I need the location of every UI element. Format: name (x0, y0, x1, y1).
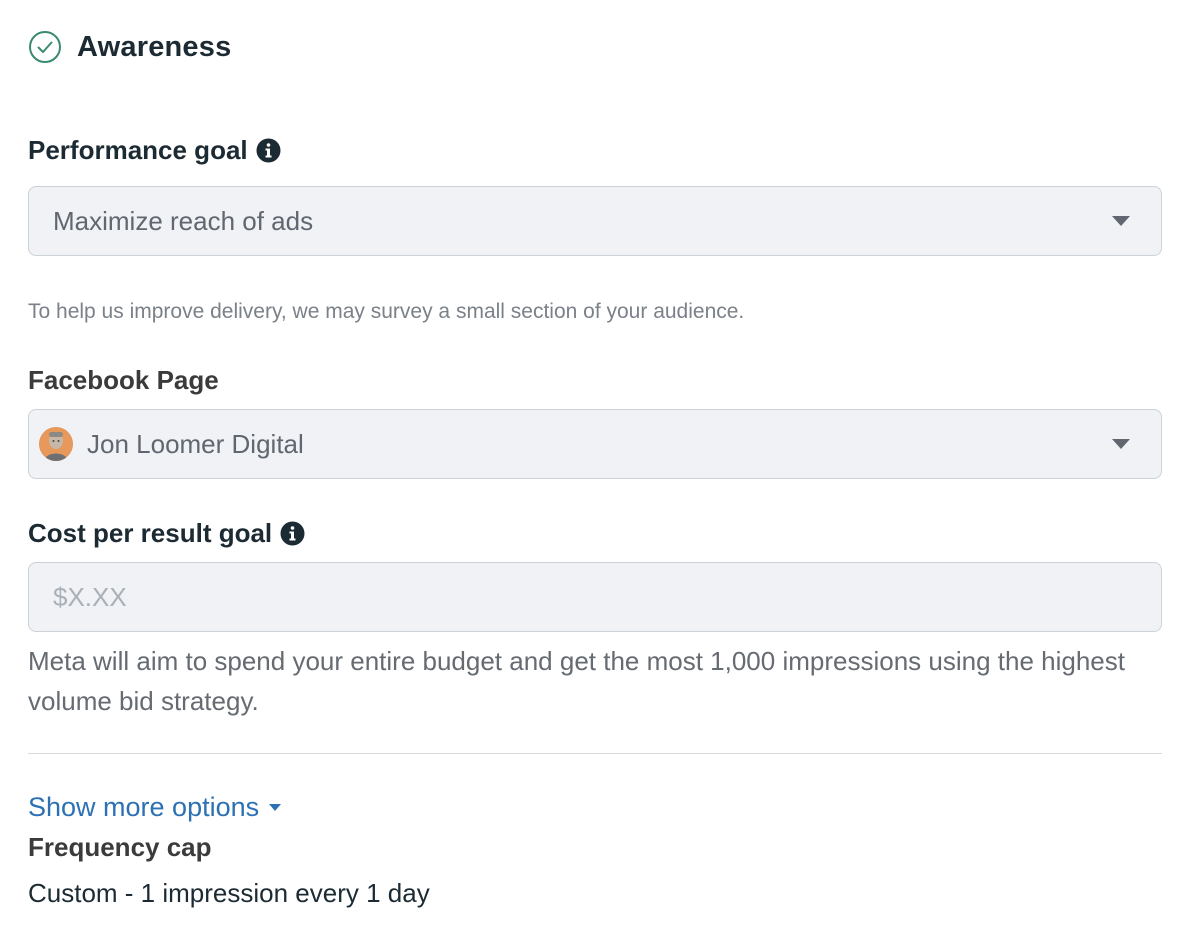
chevron-down-icon (1112, 216, 1130, 226)
performance-goal-label: Performance goal (28, 134, 248, 165)
performance-goal-helper-text: To help us improve delivery, we may surv… (28, 300, 745, 323)
frequency-cap-label: Frequency cap (28, 831, 212, 862)
info-icon[interactable] (256, 138, 281, 163)
performance-goal-label-row: Performance goal (28, 134, 281, 166)
cost-per-result-input-wrapper (28, 562, 1162, 632)
cost-per-result-label-row: Cost per result goal (28, 517, 305, 549)
show-more-options-label: Show more options (28, 791, 260, 822)
page-avatar (39, 427, 73, 461)
performance-goal-selected-value: Maximize reach of ads (53, 205, 314, 236)
cost-per-result-label: Cost per result goal (28, 517, 273, 548)
chevron-down-icon (1112, 439, 1130, 449)
caret-down-icon (269, 803, 282, 811)
cost-per-result-description: Meta will aim to spend your entire budge… (28, 646, 1125, 716)
ad-set-settings-panel: Awareness Performance goal Maximize reac… (0, 0, 1192, 944)
check-circle-icon (29, 31, 61, 63)
objective-title: Awareness (77, 30, 232, 63)
facebook-page-label: Facebook Page (28, 364, 219, 395)
facebook-page-selected-value: Jon Loomer Digital (87, 428, 304, 459)
show-more-options-link[interactable]: Show more options (28, 790, 282, 824)
frequency-cap-value: Custom - 1 impression every 1 day (28, 878, 430, 908)
section-divider (28, 753, 1162, 754)
cost-per-result-input[interactable] (29, 580, 1161, 614)
objective-header: Awareness (28, 28, 231, 66)
facebook-page-select[interactable]: Jon Loomer Digital (28, 409, 1162, 479)
info-icon[interactable] (280, 521, 305, 546)
performance-goal-select[interactable]: Maximize reach of ads (28, 186, 1162, 256)
